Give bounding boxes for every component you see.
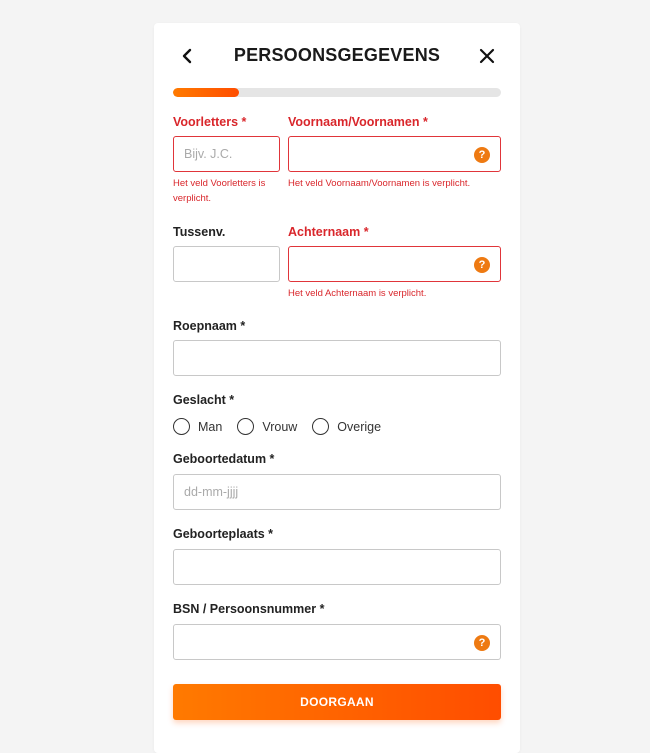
voornaam-input[interactable] (289, 137, 500, 171)
achternaam-help-icon[interactable]: ? (474, 257, 490, 273)
voornaam-field-wrapper: ? (288, 136, 501, 172)
radio-label-man: Man (198, 419, 223, 434)
radio-button-vrouw[interactable] (237, 418, 255, 435)
voornaam-help-icon[interactable]: ? (474, 147, 490, 163)
achternaam-input[interactable] (289, 247, 500, 281)
voornaam-label: Voornaam/Voornamen * (288, 115, 428, 129)
roepnaam-field-wrapper (173, 340, 501, 376)
geboorteplaats-field-wrapper (173, 549, 501, 585)
radio-label-vrouw: Vrouw (262, 419, 298, 434)
radio-option-vrouw[interactable]: Vrouw (237, 418, 297, 435)
progress-bar (173, 88, 501, 97)
radio-option-overige[interactable]: Overige (312, 418, 381, 435)
geboortedatum-input[interactable] (174, 475, 500, 509)
voorletters-input[interactable] (174, 137, 279, 171)
close-icon (479, 48, 495, 64)
geslacht-label: Geslacht * (173, 393, 235, 407)
achternaam-field-wrapper: ? (288, 246, 501, 282)
voorletters-error: Het veld Voorletters is verplicht. (173, 178, 266, 204)
geboortedatum-label: Geboortedatum * (173, 452, 275, 466)
radio-button-man[interactable] (173, 418, 190, 435)
tussenvoegsel-input[interactable] (174, 247, 279, 281)
bsn-help-icon[interactable]: ? (474, 635, 490, 651)
close-button[interactable] (476, 45, 498, 67)
tussenvoegsel-field-wrapper (173, 246, 280, 282)
geboorteplaats-input[interactable] (174, 550, 500, 584)
bsn-label: BSN / Persoonsnummer * (173, 602, 325, 616)
roepnaam-input[interactable] (174, 341, 500, 375)
radio-label-overige: Overige (337, 419, 382, 434)
radio-button-overige[interactable] (312, 418, 330, 435)
progress-bar-fill (173, 88, 239, 97)
header: PERSOONSGEGEVENS (154, 23, 520, 89)
form-card: PERSOONSGEGEVENS Voorletters * Het veld … (154, 23, 520, 753)
achternaam-error: Het veld Achternaam is verplicht. (288, 288, 427, 299)
geslacht-radio-group: Man Vrouw Overige (173, 418, 396, 435)
voornaam-error: Het veld Voornaam/Voornamen is verplicht… (288, 178, 471, 189)
achternaam-label: Achternaam * (288, 225, 369, 239)
geboortedatum-field-wrapper (173, 474, 501, 510)
roepnaam-label: Roepnaam * (173, 319, 246, 333)
bsn-input[interactable] (174, 625, 500, 659)
radio-option-man[interactable]: Man (173, 418, 222, 435)
voorletters-field-wrapper (173, 136, 280, 172)
geboorteplaats-label: Geboorteplaats * (173, 527, 274, 541)
tussenvoegsel-label: Tussenv. (173, 225, 226, 239)
submit-button[interactable]: DOORGAAN (173, 684, 501, 720)
page-title: PERSOONSGEGEVENS (233, 45, 441, 65)
voorletters-label: Voorletters * (173, 115, 247, 129)
bsn-field-wrapper: ? (173, 624, 501, 660)
